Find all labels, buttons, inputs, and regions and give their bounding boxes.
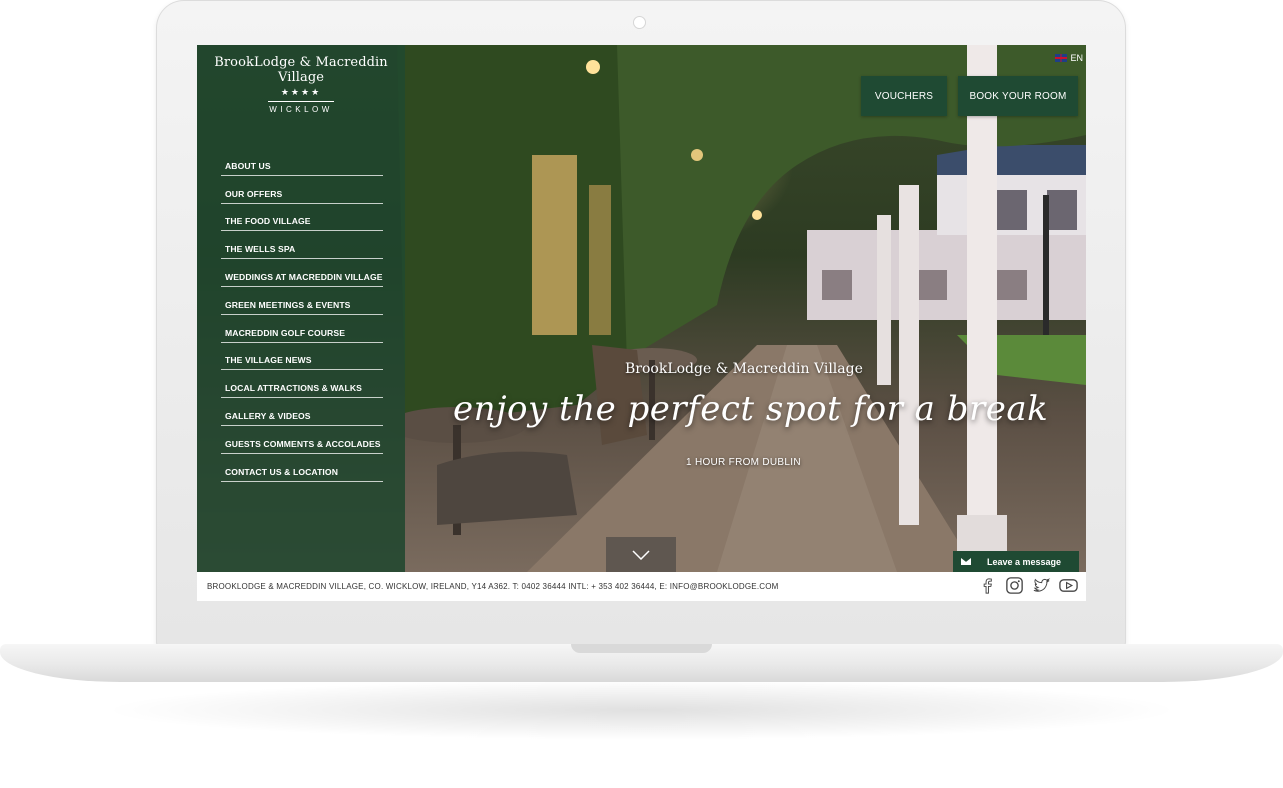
hero-eyebrow: BrookLodge & Macreddin Village [625, 361, 863, 377]
nav-item-label: OUR OFFERS [225, 188, 283, 199]
nav-item-food-village[interactable]: THE FOOD VILLAGE [221, 204, 383, 232]
nav-item-guests-comments[interactable]: GUESTS COMMENTS & ACCOLADES [221, 426, 383, 454]
youtube-icon[interactable] [1058, 575, 1079, 596]
laptop-shadow [100, 680, 1183, 740]
logo-divider [268, 101, 334, 102]
language-switcher[interactable]: EN [1027, 53, 1083, 67]
nav-item-golf-course[interactable]: MACREDDIN GOLF COURSE [221, 315, 383, 343]
nav-item-label: GREEN MEETINGS & EVENTS [225, 299, 351, 310]
nav-item-our-offers[interactable]: OUR OFFERS [221, 176, 383, 204]
laptop-notch [571, 644, 712, 653]
nav-item-local-attractions[interactable]: LOCAL ATTRACTIONS & WALKS [221, 370, 383, 399]
chevron-down-icon [632, 549, 650, 560]
hero-subtitle: 1 HOUR FROM DUBLIN [686, 457, 801, 468]
laptop-mockup: BrookLodge & Macreddin Village ★★★★ WICK… [0, 0, 1283, 788]
logo-region: WICKLOW [269, 105, 333, 114]
website-screen: BrookLodge & Macreddin Village ★★★★ WICK… [197, 45, 1086, 601]
nav-item-contact[interactable]: CONTACT US & LOCATION [221, 454, 383, 482]
leave-message-button[interactable]: Leave a message [953, 551, 1079, 572]
nav-item-wells-spa[interactable]: THE WELLS SPA [221, 231, 383, 260]
logo-name: BrookLodge & Macreddin Village [214, 55, 388, 85]
nav-item-about-us[interactable]: ABOUT US [221, 148, 383, 176]
nav-item-label: THE FOOD VILLAGE [225, 216, 311, 227]
site-logo[interactable]: BrookLodge & Macreddin Village ★★★★ WICK… [197, 55, 405, 114]
nav-item-label: GUESTS COMMENTS & ACCOLADES [225, 438, 381, 449]
sidebar: BrookLodge & Macreddin Village ★★★★ WICK… [197, 45, 405, 572]
nav-item-label: CONTACT US & LOCATION [225, 466, 339, 477]
leave-message-label: Leave a message [987, 556, 1062, 567]
footer-address: BROOKLODGE & MACREDDIN VILLAGE, CO. WICK… [207, 582, 779, 591]
language-label: EN [1070, 53, 1083, 63]
hero-tagline: enjoy the perfect spot for a break [453, 389, 1049, 429]
facebook-icon[interactable] [977, 575, 998, 596]
camera-icon [634, 17, 645, 28]
scroll-down-button[interactable] [606, 537, 676, 572]
nav-item-label: THE WELLS SPA [225, 244, 296, 255]
nav-item-label: MACREDDIN GOLF COURSE [225, 327, 346, 338]
vouchers-button[interactable]: VOUCHERS [861, 76, 947, 116]
nav-item-weddings[interactable]: WEDDINGS AT MACREDDIN VILLAGE [221, 259, 383, 287]
instagram-icon[interactable] [1004, 575, 1025, 596]
nav-item-green-meetings[interactable]: GREEN MEETINGS & EVENTS [221, 287, 383, 315]
nav-item-label: GALLERY & VIDEOS [225, 410, 311, 421]
main-nav: ABOUT US OUR OFFERS THE FOOD VILLAGE THE… [221, 148, 383, 482]
nav-item-label: ABOUT US [225, 160, 271, 171]
nav-item-label: WEDDINGS AT MACREDDIN VILLAGE [225, 271, 383, 282]
footer-bar: BROOKLODGE & MACREDDIN VILLAGE, CO. WICK… [197, 572, 1086, 601]
nav-item-gallery[interactable]: GALLERY & VIDEOS [221, 398, 383, 426]
nav-item-village-news[interactable]: THE VILLAGE NEWS [221, 343, 383, 371]
logo-stars: ★★★★ [280, 87, 322, 97]
uk-flag-icon [1055, 54, 1068, 62]
book-your-room-button[interactable]: BOOK YOUR ROOM [958, 76, 1078, 116]
mail-icon [961, 558, 971, 565]
social-links [977, 575, 1079, 597]
nav-item-label: THE VILLAGE NEWS [225, 355, 312, 366]
twitter-icon[interactable] [1031, 575, 1052, 596]
nav-item-label: LOCAL ATTRACTIONS & WALKS [225, 383, 362, 394]
